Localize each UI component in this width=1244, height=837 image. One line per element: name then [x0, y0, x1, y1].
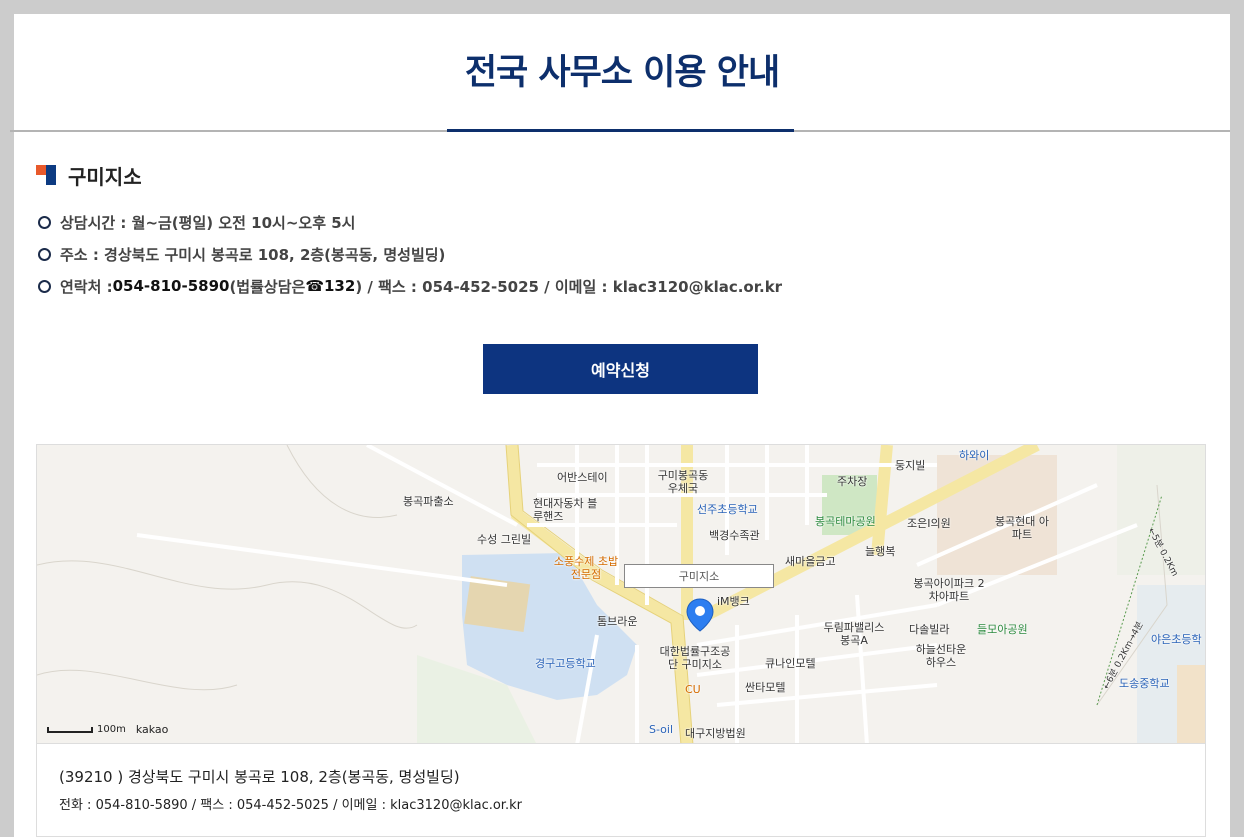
circle-bullet-icon: [38, 279, 51, 293]
page-title: 전국 사무소 이용 안내: [464, 53, 780, 93]
map-scale: 100m kakao: [47, 723, 168, 736]
scale-text: 100m: [97, 724, 126, 735]
contact-rest: ) / 팩스 : 054-452-5025 / 이메일 : klac3120@k…: [355, 277, 783, 296]
map-place: 새마을금고: [785, 555, 836, 568]
map-place: 경구고등학교: [535, 657, 596, 670]
map-place: 야은초등학: [1151, 633, 1202, 646]
map-place: 봉곡아이파크 2차아파트: [913, 577, 985, 603]
contact-mid: (법률상담은: [229, 277, 306, 296]
map-place: 하와이: [959, 449, 990, 462]
map-place: 대구지방법원: [685, 727, 746, 740]
map-place: 톰브라운: [597, 615, 638, 628]
contact-prefix: 연락처 :: [60, 277, 113, 296]
map-place: 늘행복: [865, 545, 896, 558]
map-place: CU: [685, 683, 701, 696]
map-place: S-oil: [649, 723, 673, 736]
map-place: 현대자동차 블루핸즈: [533, 497, 598, 523]
title-divider-accent: [447, 129, 794, 132]
map-place: 조은I의원: [907, 517, 951, 530]
circle-bullet-icon: [38, 247, 51, 261]
branch-info-list: 상담시간 : 월~금(평일) 오전 10시~오후 5시 주소 : 경상북도 구미…: [38, 206, 782, 302]
map-place: 수성 그린빌: [477, 533, 532, 546]
map-place: 어반스테이: [557, 471, 608, 484]
branch-heading: 구미지소: [36, 160, 142, 190]
scale-bar-icon: [47, 726, 93, 733]
map-marker-label: 구미지소: [624, 564, 774, 588]
map-place: 봉곡테마공원: [815, 515, 876, 528]
circle-bullet-icon: [38, 215, 51, 229]
map-place: 큐나인모텔: [765, 657, 816, 670]
map-place: 봉곡현대 아파트: [994, 515, 1050, 541]
contact-hotline: ☎132: [305, 277, 356, 295]
address-box: (39210 ) 경상북도 구미시 봉곡로 108, 2층(봉곡동, 명성빌딩)…: [36, 744, 1206, 837]
address-text: 주소 : 경상북도 구미시 봉곡로 108, 2층(봉곡동, 명성빌딩): [60, 245, 446, 264]
branch-name: 구미지소: [68, 164, 142, 189]
footer-contact: 전화 : 054-810-5890 / 팩스 : 054-452-5025 / …: [59, 798, 522, 813]
reserve-button[interactable]: 예약신청: [483, 344, 758, 394]
footer-address: (39210 ) 경상북도 구미시 봉곡로 108, 2층(봉곡동, 명성빌딩): [59, 768, 460, 786]
map-background: [37, 445, 1205, 743]
map-place: 들모아공원: [977, 623, 1028, 636]
map-place: 도송중학교: [1119, 677, 1170, 690]
hours-text: 상담시간 : 월~금(평일) 오전 10시~오후 5시: [60, 213, 356, 232]
map-place: 선주초등학교: [697, 503, 758, 516]
map-place: 소풍수제 초밥전문점: [553, 555, 619, 581]
map-marker-icon[interactable]: [685, 597, 715, 637]
map-place: 싼타모텔: [745, 681, 786, 694]
map-place: 하늘선타운 하우스: [915, 643, 967, 669]
square-bullet-icon: [36, 165, 56, 185]
info-hours: 상담시간 : 월~금(평일) 오전 10시~오후 5시: [38, 206, 782, 238]
map-place: 다솔빌라: [909, 623, 950, 636]
info-contact: 연락처 : 054-810-5890 (법률상담은 ☎132) / 팩스 : 0…: [38, 270, 782, 302]
map-place: 백경수족관: [709, 529, 760, 542]
map-place: 둥지빌: [895, 459, 926, 472]
map-place: 대한법률구조공단 구미지소: [659, 645, 731, 671]
info-address: 주소 : 경상북도 구미시 봉곡로 108, 2층(봉곡동, 명성빌딩): [38, 238, 782, 270]
map-place: 주차장: [837, 475, 868, 488]
location-map[interactable]: 어반스테이 구미봉곡동 우체국 둥지빌 하와이 봉곡파출소 현대자동차 블루핸즈…: [36, 444, 1206, 744]
map-place: 두림파밸리스 봉곡A: [823, 621, 885, 647]
map-place: 구미봉곡동 우체국: [657, 469, 709, 495]
map-place: iM뱅크: [717, 595, 750, 608]
office-panel: 전국 사무소 이용 안내 구미지소 상담시간 : 월~금(평일) 오전 10시~…: [10, 14, 1230, 837]
kakao-logo: kakao: [135, 723, 169, 736]
map-place: 봉곡파출소: [403, 495, 454, 508]
contact-phone: 054-810-5890: [112, 277, 230, 295]
